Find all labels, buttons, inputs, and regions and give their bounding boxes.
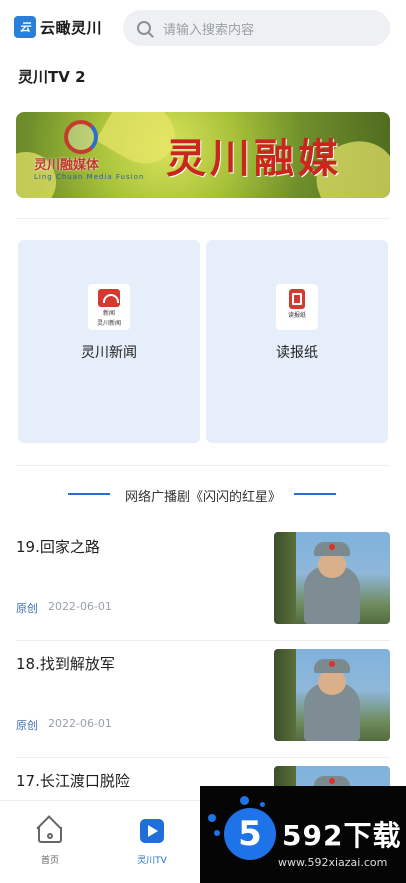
episode-thumbnail — [274, 649, 390, 741]
search-placeholder: 请输入搜索内容 — [163, 22, 255, 38]
home-icon-door — [47, 833, 53, 839]
divider — [16, 465, 390, 466]
search-icon — [137, 21, 151, 35]
episode-date: 2022-06-01 — [48, 717, 112, 730]
banner-brand: 灵川融媒体 — [34, 158, 100, 173]
app-logo[interactable]: 云 云瞰灵川 — [14, 16, 102, 38]
watermark-overlay: 5 592下载 www.592xiazai.com — [200, 786, 406, 883]
play-icon — [140, 819, 164, 843]
top-bar: 云 云瞰灵川 请输入搜索内容 — [0, 0, 406, 56]
divider — [16, 218, 390, 219]
shortcut-card-label: 灵川新闻 — [81, 345, 137, 361]
episode-tag: 原创 — [16, 719, 38, 732]
section-title: 网络广播剧《闪闪的红星》 — [124, 490, 281, 505]
search-input[interactable]: 请输入搜索内容 — [123, 10, 390, 46]
episode-date: 2022-06-01 — [48, 600, 112, 613]
divider — [16, 757, 390, 758]
thumbnail-red-star — [329, 661, 335, 667]
divider — [16, 640, 390, 641]
tab-label: 首页 — [40, 856, 59, 866]
tab-home[interactable]: 首页 — [15, 801, 85, 871]
watermark-badge: 5 — [224, 808, 276, 860]
shortcut-card-news[interactable]: 新闻 灵川新闻 灵川新闻 — [18, 240, 200, 443]
tab-label: 灵川TV — [137, 856, 167, 866]
episode-title: 17.长江渡口脱险 — [16, 772, 130, 790]
news-icon-caption-2: 灵川新闻 — [96, 320, 121, 327]
episode-thumbnail — [274, 532, 390, 624]
list-item[interactable]: 18.找到解放军 原创 2022-06-01 — [16, 649, 390, 758]
channel-banner[interactable]: 灵川融媒体 Ling Chuan Media Fusion 灵川融媒 — [16, 112, 390, 198]
news-icon-caption: 新闻 — [102, 310, 115, 317]
news-icon-glyph — [98, 289, 120, 307]
thumbnail-red-star — [329, 544, 335, 550]
section-line-right — [294, 493, 336, 495]
thumbnail-tree — [274, 532, 296, 624]
watermark-dot — [208, 814, 216, 822]
news-icon: 新闻 灵川新闻 — [88, 284, 130, 330]
shortcut-card-newspaper[interactable]: 读报纸 读报纸 — [206, 240, 388, 443]
media-logo-icon — [64, 120, 98, 154]
app-name: 云瞰灵川 — [40, 18, 103, 37]
newspaper-icon: 读报纸 — [276, 284, 318, 330]
banner-calligraphy: 灵川融媒 — [166, 135, 342, 182]
watermark-brand: 592下载 — [282, 819, 402, 852]
banner-subtitle: Ling Chuan Media Fusion — [34, 173, 145, 181]
episode-title: 19.回家之路 — [16, 538, 100, 556]
shortcut-card-label: 读报纸 — [276, 345, 318, 361]
thumbnail-tree — [274, 649, 296, 741]
watermark-dot — [240, 796, 249, 805]
episode-tag: 原创 — [16, 602, 38, 615]
list-item[interactable]: 19.回家之路 原创 2022-06-01 — [16, 532, 390, 641]
watermark-dot — [214, 830, 220, 836]
watermark-dot — [260, 802, 265, 807]
watermark-url: www.592xiazai.com — [278, 856, 388, 869]
channel-title: 灵川TV 2 — [18, 68, 86, 86]
thumbnail-red-star — [329, 778, 335, 784]
tab-lingchuan-tv[interactable]: 灵川TV — [117, 801, 187, 871]
episode-title: 18.找到解放军 — [16, 655, 115, 673]
newspaper-icon-glyph — [289, 289, 305, 309]
newspaper-icon-caption: 读报纸 — [287, 312, 306, 319]
app-logo-icon: 云 — [14, 16, 36, 38]
